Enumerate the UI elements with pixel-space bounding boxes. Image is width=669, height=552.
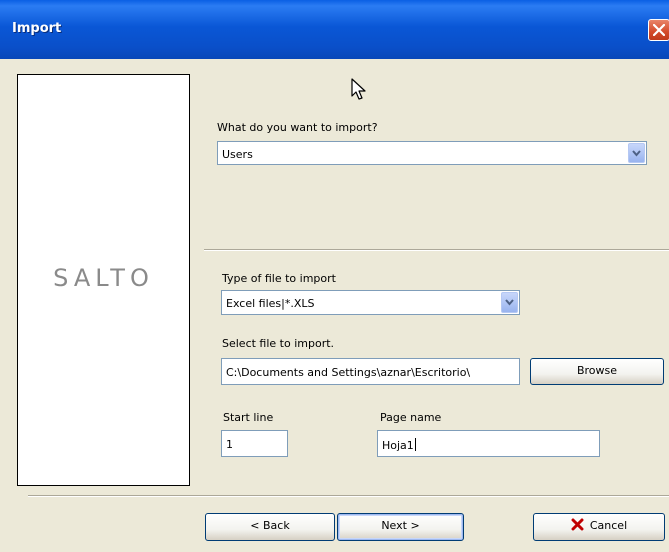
page-name-value: Hoja1 (382, 438, 416, 452)
back-button-label: < Back (250, 519, 290, 532)
file-type-dropdown-button[interactable] (501, 292, 518, 313)
window-title: Import (12, 21, 62, 36)
footer-separator (28, 495, 669, 497)
page-name-text: Hoja1 (382, 439, 414, 452)
file-type-value: Excel files|*.XLS (226, 297, 315, 310)
page-name-input[interactable]: Hoja1 (377, 430, 600, 457)
select-file-label: Select file to import. (222, 337, 335, 350)
file-type-label: Type of file to import (222, 272, 336, 285)
text-caret (414, 438, 416, 451)
chevron-down-icon (505, 299, 514, 306)
import-dialog: Import SALTO What do you want to import?… (0, 0, 669, 552)
title-bar[interactable]: Import (0, 0, 669, 59)
close-button[interactable] (648, 19, 669, 41)
cancel-x-icon (571, 518, 584, 531)
cancel-button-label: Cancel (589, 519, 628, 532)
start-line-input[interactable]: 1 (221, 430, 288, 457)
import-type-value: Users (222, 148, 253, 161)
file-path-input[interactable]: C:\Documents and Settings\aznar\Escritor… (221, 358, 520, 385)
import-type-select[interactable]: Users (217, 141, 647, 165)
browse-button[interactable]: Browse (530, 358, 664, 385)
start-line-label: Start line (223, 411, 274, 424)
section-separator (204, 249, 669, 251)
brand-panel: SALTO (17, 74, 190, 486)
back-button[interactable]: < Back (205, 513, 335, 541)
mouse-pointer-icon (351, 78, 366, 100)
import-question-label: What do you want to import? (217, 121, 378, 134)
chevron-down-icon (632, 150, 641, 157)
next-button-label: Next > (381, 519, 420, 532)
close-icon (653, 24, 665, 36)
next-button[interactable]: Next > (337, 513, 464, 541)
file-type-select[interactable]: Excel files|*.XLS (221, 290, 520, 315)
start-line-value: 1 (226, 438, 233, 451)
browse-button-label: Browse (576, 364, 618, 377)
cancel-button[interactable]: Cancel (533, 513, 665, 541)
salto-logo: SALTO (53, 264, 154, 292)
import-type-dropdown-button[interactable] (628, 143, 645, 163)
page-name-label: Page name (380, 411, 442, 424)
file-path-value: C:\Documents and Settings\aznar\Escritor… (226, 366, 471, 379)
